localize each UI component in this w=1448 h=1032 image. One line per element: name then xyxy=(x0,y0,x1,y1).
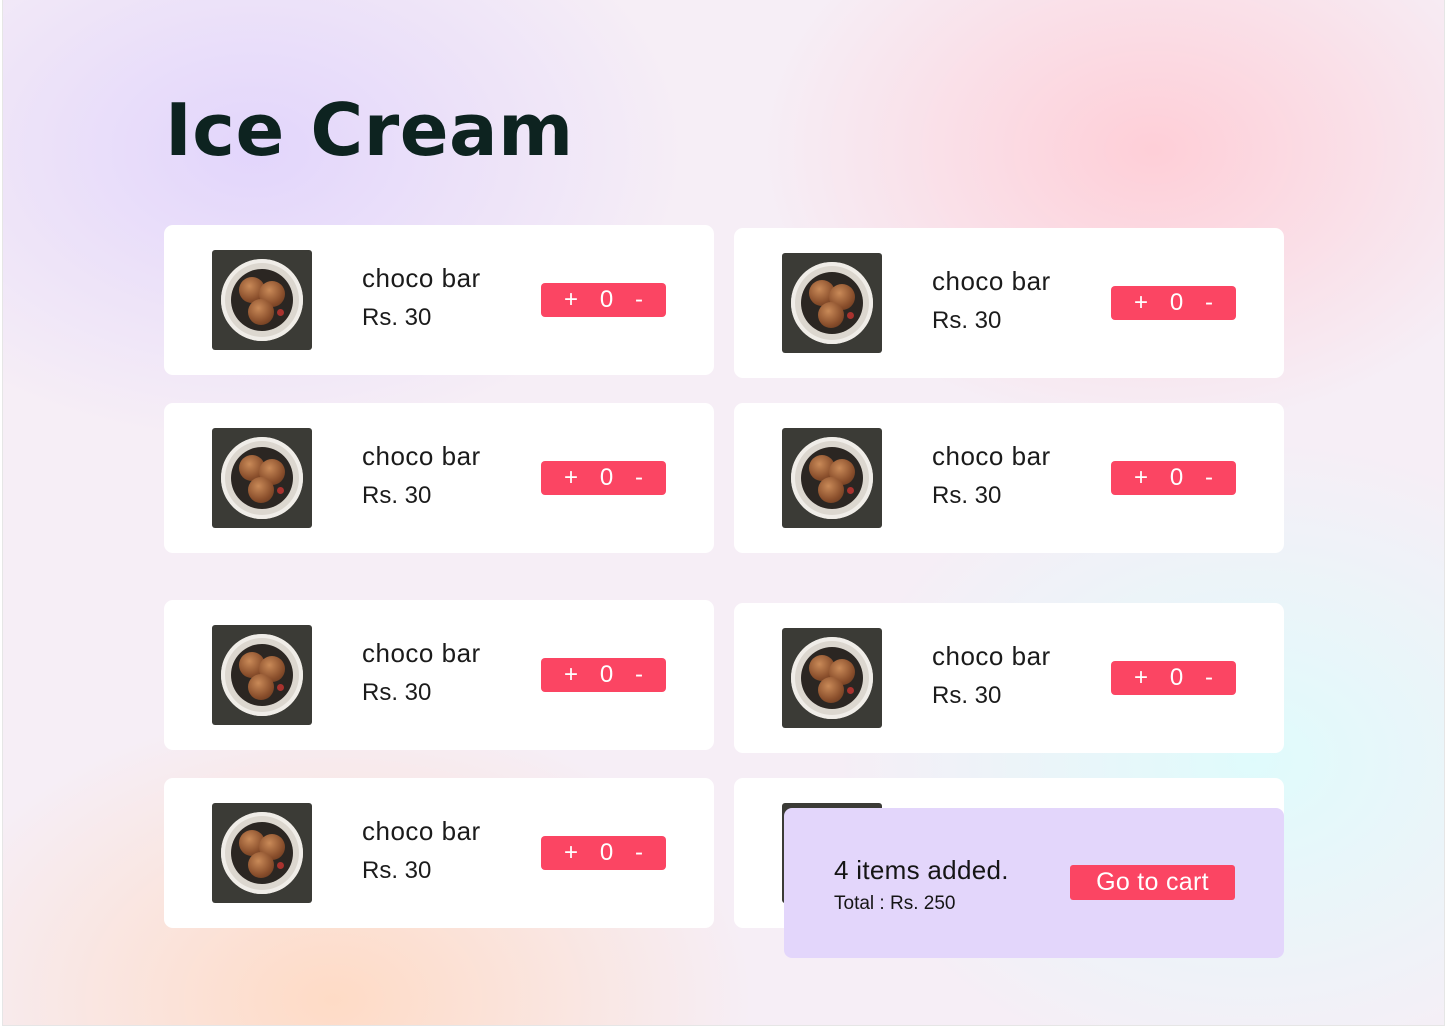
product-image xyxy=(212,250,312,350)
quantity-value: 0 xyxy=(599,286,614,313)
product-image xyxy=(212,428,312,528)
quantity-stepper: + 0 - xyxy=(541,836,666,870)
product-name: choco bar xyxy=(932,441,1051,471)
increment-button[interactable]: + xyxy=(564,663,578,687)
increment-button[interactable]: + xyxy=(564,288,578,312)
product-price: Rs. 30 xyxy=(362,482,432,509)
page-title: Ice Cream xyxy=(165,88,574,172)
decrement-button[interactable]: - xyxy=(635,663,643,687)
product-card: choco bar Rs. 30 + 0 - xyxy=(734,228,1284,378)
page-frame: Ice Cream choco bar Rs. 30 + 0 - choco b… xyxy=(3,0,1444,1025)
quantity-value: 0 xyxy=(1169,464,1184,491)
increment-button[interactable]: + xyxy=(1134,666,1148,690)
quantity-stepper: + 0 - xyxy=(1111,661,1236,695)
product-card: choco bar Rs. 30 + 0 - xyxy=(164,778,714,928)
product-name: choco bar xyxy=(362,263,481,293)
decrement-button[interactable]: - xyxy=(1205,466,1213,490)
quantity-value: 0 xyxy=(1169,664,1184,691)
product-name: choco bar xyxy=(362,638,481,668)
quantity-value: 0 xyxy=(1169,289,1184,316)
decrement-button[interactable]: - xyxy=(1205,666,1213,690)
product-name: choco bar xyxy=(362,816,481,846)
quantity-value: 0 xyxy=(599,661,614,688)
quantity-stepper: + 0 - xyxy=(541,658,666,692)
go-to-cart-button[interactable]: Go to cart xyxy=(1070,865,1235,900)
product-card: choco bar Rs. 30 + 0 - xyxy=(164,225,714,375)
product-card: choco bar Rs. 30 + 0 - xyxy=(164,403,714,553)
product-name: choco bar xyxy=(932,266,1051,296)
product-card: choco bar Rs. 30 + 0 - xyxy=(734,403,1284,553)
quantity-value: 0 xyxy=(599,464,614,491)
product-image xyxy=(212,625,312,725)
product-price: Rs. 30 xyxy=(932,307,1002,334)
product-price: Rs. 30 xyxy=(362,679,432,706)
decrement-button[interactable]: - xyxy=(635,288,643,312)
quantity-stepper: + 0 - xyxy=(1111,286,1236,320)
cart-total: Total : Rs. 250 xyxy=(834,893,956,914)
product-image xyxy=(782,428,882,528)
product-card: choco bar Rs. 30 + 0 - xyxy=(734,603,1284,753)
increment-button[interactable]: + xyxy=(1134,466,1148,490)
cart-items-count: 4 items added. xyxy=(834,855,1009,885)
product-name: choco bar xyxy=(932,641,1051,671)
product-price: Rs. 30 xyxy=(932,682,1002,709)
product-price: Rs. 30 xyxy=(932,482,1002,509)
increment-button[interactable]: + xyxy=(564,466,578,490)
decrement-button[interactable]: - xyxy=(635,466,643,490)
product-price: Rs. 30 xyxy=(362,304,432,331)
product-price: Rs. 30 xyxy=(362,857,432,884)
quantity-value: 0 xyxy=(599,839,614,866)
quantity-stepper: + 0 - xyxy=(1111,461,1236,495)
decrement-button[interactable]: - xyxy=(635,841,643,865)
product-card: choco bar Rs. 30 + 0 - xyxy=(164,600,714,750)
decrement-button[interactable]: - xyxy=(1205,291,1213,315)
product-image xyxy=(212,803,312,903)
cart-summary-panel: 4 items added. Total : Rs. 250 Go to car… xyxy=(784,808,1284,958)
product-image xyxy=(782,628,882,728)
increment-button[interactable]: + xyxy=(1134,291,1148,315)
increment-button[interactable]: + xyxy=(564,841,578,865)
quantity-stepper: + 0 - xyxy=(541,461,666,495)
product-image xyxy=(782,253,882,353)
product-name: choco bar xyxy=(362,441,481,471)
quantity-stepper: + 0 - xyxy=(541,283,666,317)
